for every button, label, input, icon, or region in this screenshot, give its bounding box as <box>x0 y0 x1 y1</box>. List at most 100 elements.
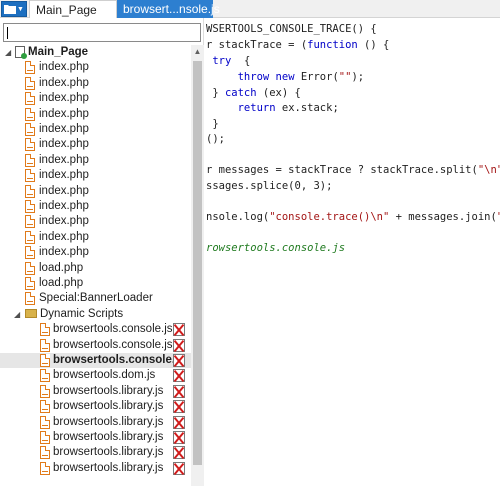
x-mark-icon[interactable] <box>173 338 185 352</box>
page-icon <box>15 46 27 59</box>
tree-item-page[interactable]: load.php <box>0 276 191 291</box>
x-mark-icon[interactable] <box>173 323 185 337</box>
tree-item-label: browsertools.dom.js <box>53 369 156 382</box>
tree-item-page[interactable]: Special:BannerLoader <box>0 291 191 306</box>
code-token: new <box>275 71 295 83</box>
code-token: WSERTOOLS_CONSOLE_TRACE() { <box>206 23 377 35</box>
scrollbar-thumb[interactable] <box>193 61 202 465</box>
tab-browsertools-console[interactable]: browsert...nsole.js <box>117 0 220 18</box>
code-token: catch <box>224 87 257 99</box>
code-line: } <box>206 116 218 132</box>
tree-item-script[interactable]: browsertools.dom.js <box>0 368 191 383</box>
file-icon <box>25 230 35 244</box>
x-mark-icon[interactable] <box>173 354 185 367</box>
tree-item-label: index.php <box>39 169 89 182</box>
code-token: "console.trace()\n" <box>269 211 390 223</box>
expanded-arrow-icon[interactable]: ◢ <box>14 308 20 321</box>
tree-item-script[interactable]: browsertools.library.js <box>0 461 191 476</box>
tree-item-script[interactable]: browsertools.library.js <box>0 445 191 460</box>
chevron-down-icon: ▼ <box>17 5 24 13</box>
code-line: r stackTrace = (function () { <box>206 37 389 53</box>
code-line: nsole.log("console.trace()\n" + messages… <box>206 209 500 225</box>
tree-item-label: Dynamic Scripts <box>40 307 124 320</box>
tree-item-label: browsertools.library.js <box>53 431 164 443</box>
file-icon <box>25 153 35 167</box>
tree-root-item[interactable]: ◢ Main_Page <box>0 45 191 60</box>
folder-menu-button[interactable]: ▼ <box>1 1 27 17</box>
x-mark-icon[interactable] <box>173 431 185 444</box>
tree-item-script[interactable]: browsertools.library.js <box>0 384 191 399</box>
x-mark-icon[interactable] <box>173 446 185 460</box>
code-token: throw <box>237 71 270 83</box>
search-input[interactable] <box>3 23 201 42</box>
tree-item-page[interactable]: index.php <box>0 91 191 106</box>
tree-item-script[interactable]: browsertools.library.js <box>0 399 191 414</box>
file-icon <box>40 369 50 383</box>
tree-item-script[interactable]: browsertools.console.js <box>0 322 191 337</box>
x-mark-icon[interactable] <box>173 369 185 383</box>
tree-item-page[interactable]: index.php <box>0 199 191 214</box>
tree-item-page[interactable]: index.php <box>0 168 191 183</box>
tree-item-page[interactable]: index.php <box>0 230 191 245</box>
code-token: { <box>231 55 251 67</box>
expanded-arrow-icon[interactable]: ◢ <box>5 46 11 59</box>
code-line: WSERTOOLS_CONSOLE_TRACE() { <box>206 21 377 37</box>
tree-item-label: browsertools.console.js <box>53 354 185 366</box>
file-icon <box>40 400 50 414</box>
tree-item-script[interactable]: browsertools.library.js <box>0 430 191 445</box>
tree-item-page[interactable]: index.php <box>0 245 191 260</box>
tree-item-label: index.php <box>39 92 89 105</box>
x-mark-icon[interactable] <box>173 415 185 429</box>
code-token: "" <box>338 71 352 83</box>
tree-item-page[interactable]: index.php <box>0 214 191 229</box>
tree-item-page[interactable]: index.php <box>0 107 191 122</box>
code-token: Error( <box>294 71 339 83</box>
file-icon <box>40 415 50 429</box>
x-mark-icon[interactable] <box>173 461 185 475</box>
text-caret <box>7 27 8 39</box>
tree-item-page[interactable]: load.php <box>0 261 191 276</box>
tree-scrollbar[interactable]: ▲ <box>191 45 204 486</box>
code-line: } catch (ex) { <box>206 85 301 101</box>
tree-item-label: load.php <box>39 277 84 289</box>
file-icon <box>25 215 35 229</box>
file-icon <box>25 184 35 198</box>
code-editor[interactable]: WSERTOOLS_CONSOLE_TRACE() { r stackTrace … <box>206 18 500 486</box>
file-icon <box>25 61 35 75</box>
code-token: try <box>212 55 232 67</box>
tree-item-page[interactable]: index.php <box>0 76 191 91</box>
code-token: (ex) { <box>256 87 301 99</box>
folder-icon <box>4 5 17 14</box>
file-icon <box>25 277 35 290</box>
file-icon <box>40 354 50 367</box>
tab-main-page[interactable]: Main_Page <box>29 0 117 18</box>
x-mark-icon[interactable] <box>173 400 185 414</box>
tree-item-page[interactable]: index.php <box>0 122 191 137</box>
tree-item-page[interactable]: index.php <box>0 137 191 152</box>
file-icon <box>25 123 35 136</box>
tree-item-label: load.php <box>39 261 84 274</box>
tree-item-script[interactable]: browsertools.library.js <box>0 415 191 430</box>
tree-folder-dynamic-scripts[interactable]: ◢ Dynamic Scripts <box>0 307 191 322</box>
tree-item-script[interactable]: browsertools.console.js <box>0 353 191 369</box>
tab-bar: ▼ Main_Page browsert...nsole.js <box>0 0 500 18</box>
tree-item-label: index.php <box>39 215 89 228</box>
scroll-up-icon[interactable]: ▲ <box>191 45 204 59</box>
file-icon <box>25 76 35 90</box>
file-icon <box>25 169 35 183</box>
tree-item-page[interactable]: index.php <box>0 60 191 75</box>
tree-item-label: index.php <box>39 153 89 166</box>
file-icon <box>40 431 50 444</box>
code-token: r stackTrace = ( <box>206 39 308 51</box>
tree-item-page[interactable]: index.php <box>0 184 191 199</box>
x-mark-icon[interactable] <box>173 384 185 398</box>
tree-item-label: index.php <box>39 61 89 74</box>
tree-item-label: Main_Page <box>28 46 89 58</box>
tree-item-script[interactable]: browsertools.console.js <box>0 338 191 353</box>
tree-item-label: browsertools.console.js <box>53 338 173 351</box>
tree-item-label: browsertools.library.js <box>53 446 164 459</box>
tree-item-page[interactable]: index.php <box>0 153 191 168</box>
file-icon <box>40 323 50 337</box>
file-icon <box>25 200 35 213</box>
